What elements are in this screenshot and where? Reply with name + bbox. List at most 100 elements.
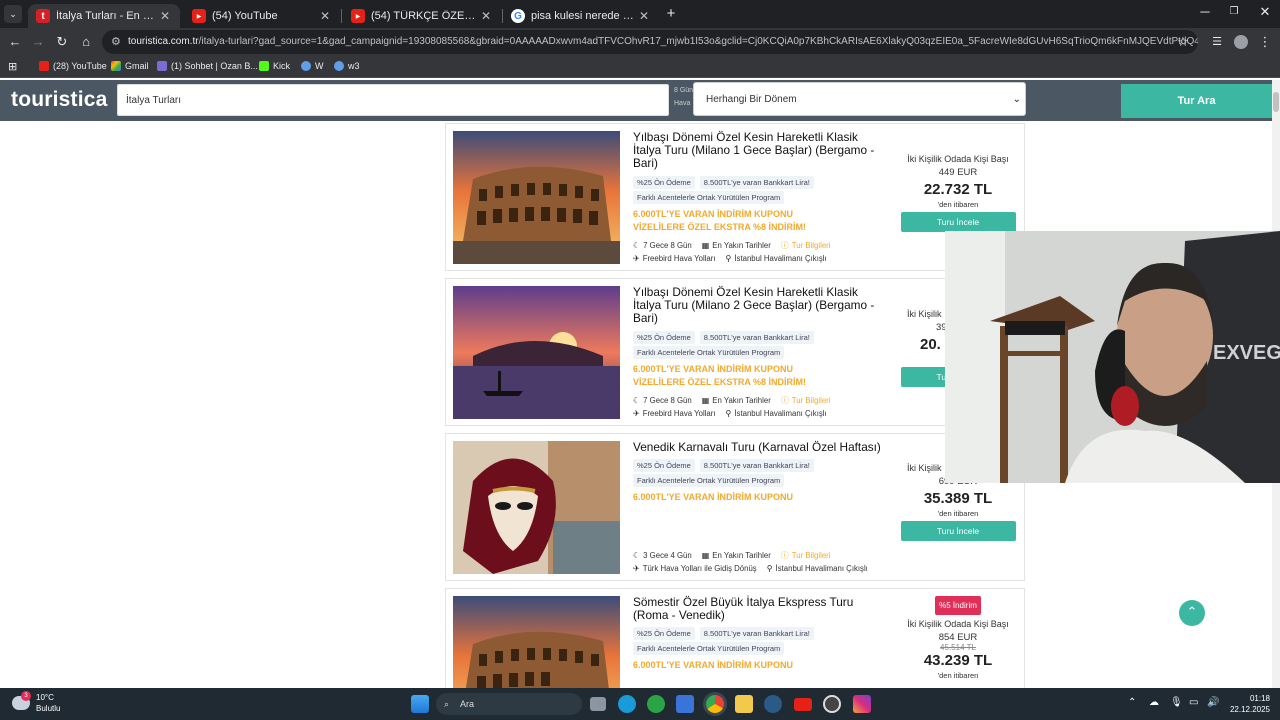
closest-dates-link[interactable]: ▦ En Yakın Tarihler — [702, 551, 771, 560]
clock-date: 22.12.2025 — [1229, 705, 1270, 714]
bookmark-w3[interactable]: w3 — [334, 61, 360, 71]
apps-icon[interactable]: ⊞ — [8, 60, 17, 73]
tour-info-link[interactable]: ⓘ Tur Bilgileri — [781, 550, 831, 561]
carnival-mask-image[interactable] — [453, 441, 620, 574]
steam-icon[interactable] — [764, 695, 782, 713]
venice-sunset-image[interactable] — [453, 286, 620, 419]
period-select[interactable]: Herhangi Bir Dönem ⌄ — [693, 82, 1026, 116]
price-tl: 22.732 TL — [923, 181, 993, 198]
youtube-icon[interactable] — [794, 698, 812, 711]
tour-meta: ✈ Freebird Hava Yolları ⚲ İstanbul Havalim… — [633, 254, 827, 263]
new-tab-icon[interactable]: + — [662, 5, 680, 23]
tray-chevron-icon[interactable]: ⌃ — [1128, 697, 1136, 708]
instagram-icon[interactable] — [853, 695, 871, 713]
reload-icon[interactable]: ↻ — [53, 33, 71, 51]
xbox-icon[interactable] — [647, 695, 665, 713]
bookmark-sohbet[interactable]: (1) Sohbet | Ozan B... — [157, 61, 258, 71]
weather-widget[interactable]: 3 10°C Bulutlu — [12, 691, 61, 714]
price-column: %5 İndirim İki Kişilik Odada Kişi Başı 8… — [898, 595, 1018, 680]
inspect-tour-button[interactable]: Turu İncele — [900, 212, 1016, 232]
tab-italya[interactable]: t İtalya Turları - En Uygun İtalya Tu ✕ — [28, 4, 180, 28]
youtube-icon — [39, 61, 49, 71]
bookmark-star-icon[interactable]: ☆ — [1174, 33, 1192, 51]
site-info-icon[interactable]: ⚙ — [111, 30, 121, 54]
reading-list-icon[interactable]: ☰ — [1208, 33, 1226, 51]
colosseum-image[interactable] — [453, 131, 620, 264]
tab-youtube[interactable]: ▶ (54) YouTube ✕ — [184, 4, 340, 28]
transport-text: Türk Hava Yolları ile Gidiş Dönüş — [642, 564, 757, 573]
site-logo[interactable]: touristica — [11, 88, 108, 112]
forward-icon[interactable]: → — [29, 33, 47, 51]
network-icon[interactable]: ▭ — [1189, 697, 1198, 708]
folder-icon[interactable] — [735, 695, 753, 713]
clock[interactable]: 01:18 22.12.2025 — [1224, 693, 1270, 715]
calendar-icon: ▦ — [701, 551, 710, 560]
menu-icon[interactable]: ⋮ — [1256, 33, 1274, 51]
home-icon[interactable]: ⌂ — [77, 33, 95, 51]
tab-google[interactable]: G pisa kulesi nerede - Google'da Ara ✕ — [503, 4, 659, 28]
address-bar[interactable]: ⚙ touristica.com.tr/italya-turlari?gad_s… — [102, 30, 1198, 54]
agencies-tag: Farklı Acentelerle Ortak Yürütülen Progr… — [633, 474, 785, 487]
bookmark-youtube[interactable]: (28) YouTube — [39, 61, 107, 71]
moon-icon: ☾ — [633, 396, 641, 405]
closest-dates-link[interactable]: ▦ En Yakın Tarihler — [702, 396, 771, 405]
microphone-icon[interactable]: 🎙 — [1170, 697, 1183, 708]
tour-meta: ☾ 7 Gece 8 Gün ▦ En Yakın Tarihler ⓘ Tur Bi… — [633, 240, 831, 251]
bookmark-label: Kick — [273, 61, 291, 71]
search-input[interactable]: İtalya Turları — [117, 84, 669, 116]
closest-dates-label: En Yakın Tarihler — [712, 241, 771, 250]
bookmark-w[interactable]: W — [301, 61, 324, 71]
close-icon[interactable]: ✕ — [479, 9, 493, 23]
header-peek: 8 Gün Hava — [674, 84, 693, 110]
tour-info-link[interactable]: ⓘ Tur Bilgileri — [781, 240, 831, 251]
from-label: 'den itibaren — [937, 671, 979, 680]
bookmark-kick[interactable]: Kick — [259, 61, 290, 71]
back-icon[interactable]: ← — [6, 33, 24, 51]
chrome-icon[interactable] — [706, 695, 724, 713]
taskbar-search[interactable]: ⌕ Ara — [436, 693, 582, 715]
tour-meta: ☾ 7 Gece 8 Gün ▦ En Yakın Tarihler ⓘ Tur Bi… — [633, 395, 831, 406]
closest-dates-link[interactable]: ▦ En Yakın Tarihler — [702, 241, 771, 250]
peek-transport: Hava — [674, 100, 691, 107]
restore-icon[interactable]: ❐ — [1219, 6, 1249, 17]
prepay-tag: %25 Ön Ödeme — [633, 331, 695, 344]
close-icon[interactable]: ✕ — [637, 9, 651, 23]
globe-icon — [334, 61, 344, 71]
obs-icon[interactable] — [823, 695, 841, 713]
tour-tags: Farklı Acentelerle Ortak Yürütülen Progr… — [633, 346, 785, 359]
edge-icon[interactable] — [618, 695, 636, 713]
bookmark-label: Gmail — [125, 61, 149, 71]
departure-text: İstanbul Havalimanı Çıkışlı — [734, 409, 827, 418]
tab-search-icon[interactable]: ⌄ — [4, 5, 22, 23]
tour-title[interactable]: Yılbaşı Dönemi Özel Kesin Hareketli Klas… — [633, 286, 889, 325]
visa-promo: VİZELİLERE ÖZEL EKSTRA %8 İNDİRİM! — [633, 222, 807, 232]
chevron-up-icon: ⌃ — [1186, 604, 1198, 619]
window-close-icon[interactable]: ✕ — [1250, 4, 1280, 20]
tour-search-button[interactable]: Tur Ara — [1121, 84, 1272, 118]
profile-avatar[interactable] — [1232, 33, 1250, 51]
tour-title[interactable]: Sömestir Özel Büyük İtalya Ekspress Turu… — [633, 596, 889, 622]
duration-text: 7 Gece 8 Gün — [643, 396, 692, 405]
back-to-top-button[interactable]: ⌃ — [1179, 600, 1205, 626]
store-icon[interactable] — [676, 695, 694, 713]
tour-tags: %25 Ön Ödeme 8.500TL'ye varan Bankkart L… — [633, 459, 814, 472]
tour-tags: %25 Ön Ödeme 8.500TL'ye varan Bankkart L… — [633, 176, 814, 189]
bookmark-gmail[interactable]: Gmail — [111, 61, 149, 71]
promo-text: 6.000TL'YE VARAN İNDİRİM KUPONU — [633, 491, 793, 504]
windows-start-icon[interactable] — [411, 695, 429, 713]
task-view-icon[interactable] — [590, 697, 606, 711]
minimize-icon[interactable]: ─ — [1190, 4, 1220, 19]
tab-turkce-ozet[interactable]: ▶ (54) TÜRKÇE ÖZET | Denver Nu ✕ — [343, 4, 501, 28]
weather-condition: Bulutlu — [36, 704, 61, 713]
tour-title[interactable]: Venedik Karnavalı Turu (Karnaval Özel Ha… — [633, 441, 893, 454]
volume-icon[interactable]: 🔊 — [1207, 697, 1219, 708]
onedrive-icon[interactable]: ☁ — [1149, 697, 1159, 708]
close-icon[interactable]: ✕ — [318, 9, 332, 23]
inspect-tour-button[interactable]: Turu İncele — [900, 521, 1016, 541]
colosseum-image[interactable] — [453, 596, 620, 689]
youtube-icon: ▶ — [351, 9, 365, 23]
price-tl: 43.239 TL — [923, 652, 993, 669]
tour-title[interactable]: Yılbaşı Dönemi Özel Kesin Hareketli Klas… — [633, 131, 889, 170]
tour-info-link[interactable]: ⓘ Tur Bilgileri — [781, 395, 831, 406]
close-icon[interactable]: ✕ — [158, 9, 172, 23]
